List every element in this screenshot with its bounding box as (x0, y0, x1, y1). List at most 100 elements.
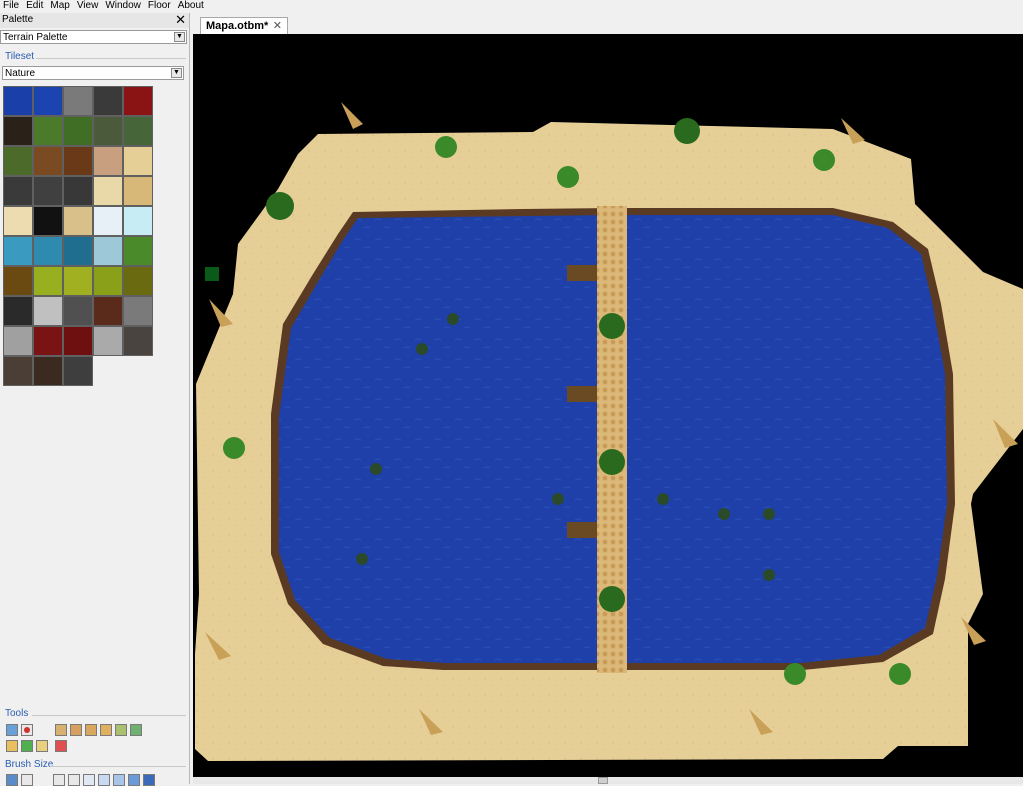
brown-earth-tile[interactable] (3, 266, 33, 296)
olive-grass-tile[interactable] (93, 266, 123, 296)
red-floor-2-tile[interactable] (63, 326, 93, 356)
tab-mapa-otbm[interactable]: Mapa.otbm* ✕ (200, 17, 288, 34)
select-tool-button[interactable] (6, 724, 18, 736)
eraser-tool-button[interactable] (21, 724, 33, 736)
brush-size-1-button[interactable] (53, 774, 65, 786)
close-icon[interactable]: ✕ (175, 12, 186, 27)
menu-view[interactable]: View (74, 0, 103, 12)
light-sand-tile[interactable] (93, 176, 123, 206)
snow-tile[interactable] (93, 206, 123, 236)
menu-window[interactable]: Window (102, 0, 145, 12)
water-deep-tile[interactable] (3, 86, 33, 116)
shell (341, 102, 363, 129)
window-tool-button[interactable] (85, 724, 97, 736)
nologout-tool-button[interactable] (21, 740, 33, 752)
water-tile[interactable] (33, 86, 63, 116)
nopvp-tool-button[interactable] (130, 724, 142, 736)
brush-size-7-button[interactable] (143, 774, 155, 786)
grass-tile[interactable] (33, 116, 63, 146)
wall-tool-button[interactable] (100, 724, 112, 736)
divider (32, 715, 186, 716)
dry-earth-tile[interactable] (93, 146, 123, 176)
grass-dark-tile[interactable] (63, 116, 93, 146)
ice-crystal-tile[interactable] (63, 236, 93, 266)
swamp-tile[interactable] (3, 146, 33, 176)
turtle (718, 508, 730, 520)
lime-grass-tile[interactable] (33, 266, 63, 296)
tileset-label: Tileset (5, 51, 35, 62)
square-brush-button[interactable] (6, 774, 18, 786)
ice-tile[interactable] (123, 206, 153, 236)
menu-about[interactable]: About (175, 0, 208, 12)
red-floor-tile[interactable] (33, 326, 63, 356)
dark-stone-tile[interactable] (123, 326, 153, 356)
frost-tile[interactable] (93, 236, 123, 266)
plant (813, 149, 835, 171)
pvp-tool-button[interactable] (36, 740, 48, 752)
turtle (356, 553, 368, 565)
red-carpet-tile[interactable] (123, 86, 153, 116)
yellow-grass-tile[interactable] (63, 266, 93, 296)
brush-size-4-button[interactable] (98, 774, 110, 786)
circle-brush-button[interactable] (21, 774, 33, 786)
boulder-2-tile[interactable] (33, 176, 63, 206)
horizontal-scrollbar[interactable] (193, 777, 1023, 784)
brush-size-3-button[interactable] (83, 774, 95, 786)
stone-floor-tile[interactable] (63, 86, 93, 116)
menu-map[interactable]: Map (47, 0, 73, 12)
brush-size-6-button[interactable] (128, 774, 140, 786)
rubble-tile[interactable] (63, 296, 93, 326)
chevron-down-icon: ▼ (171, 68, 182, 78)
gravel-tile[interactable] (123, 176, 153, 206)
turtle (447, 313, 459, 325)
wooden-stairs-tile[interactable] (3, 116, 33, 146)
crystal-tile[interactable] (3, 236, 33, 266)
sand-pit-tile[interactable] (63, 206, 93, 236)
sand-tile[interactable] (123, 146, 153, 176)
grey-rock-tile[interactable] (123, 296, 153, 326)
moss-tile[interactable] (123, 236, 153, 266)
door-tool-button[interactable] (70, 724, 82, 736)
map-canvas[interactable] (193, 34, 1023, 777)
tileset-select[interactable]: Nature ▼ (2, 66, 184, 80)
menu-edit[interactable]: Edit (23, 0, 47, 12)
bush (674, 118, 700, 144)
cave-tile[interactable] (33, 356, 63, 386)
pale-sand-tile[interactable] (3, 206, 33, 236)
close-icon[interactable]: ✕ (273, 19, 282, 32)
bush (599, 586, 625, 612)
lava-rock-tile[interactable] (93, 296, 123, 326)
boulder-tile[interactable] (3, 176, 33, 206)
menu-floor[interactable]: Floor (145, 0, 175, 12)
dirt-tile[interactable] (33, 146, 63, 176)
shadow-tile[interactable] (63, 356, 93, 386)
brush-size-5-button[interactable] (113, 774, 125, 786)
zone-tool-button[interactable] (6, 740, 18, 752)
bush (599, 449, 625, 475)
pebble-tile[interactable] (93, 326, 123, 356)
bush (599, 313, 625, 339)
dark-rock-tile[interactable] (3, 296, 33, 326)
palette-type-select[interactable]: Terrain Palette ▼ (0, 30, 187, 44)
mud-tile[interactable] (63, 146, 93, 176)
ash-tile[interactable] (3, 356, 33, 386)
palette-header: Palette ✕ (0, 12, 189, 28)
olive-dark-tile[interactable] (123, 266, 153, 296)
house-tool-button[interactable] (55, 724, 67, 736)
pz-tool-button[interactable] (115, 724, 127, 736)
flag-tool-button[interactable] (55, 740, 67, 752)
plant (557, 166, 579, 188)
rock-grass-tile[interactable] (93, 116, 123, 146)
brush-size-2-button[interactable] (68, 774, 80, 786)
boulder-3-tile[interactable] (63, 176, 93, 206)
marble-tile[interactable] (33, 296, 63, 326)
hole-tile[interactable] (33, 206, 63, 236)
rock-grass-2-tile[interactable] (123, 116, 153, 146)
stairs-tile[interactable] (93, 86, 123, 116)
concrete-tile[interactable] (3, 326, 33, 356)
crystal-2-tile[interactable] (33, 236, 63, 266)
marker (205, 267, 219, 281)
scroll-thumb[interactable] (598, 777, 608, 784)
turtle (370, 463, 382, 475)
menu-file[interactable]: File (0, 0, 23, 12)
